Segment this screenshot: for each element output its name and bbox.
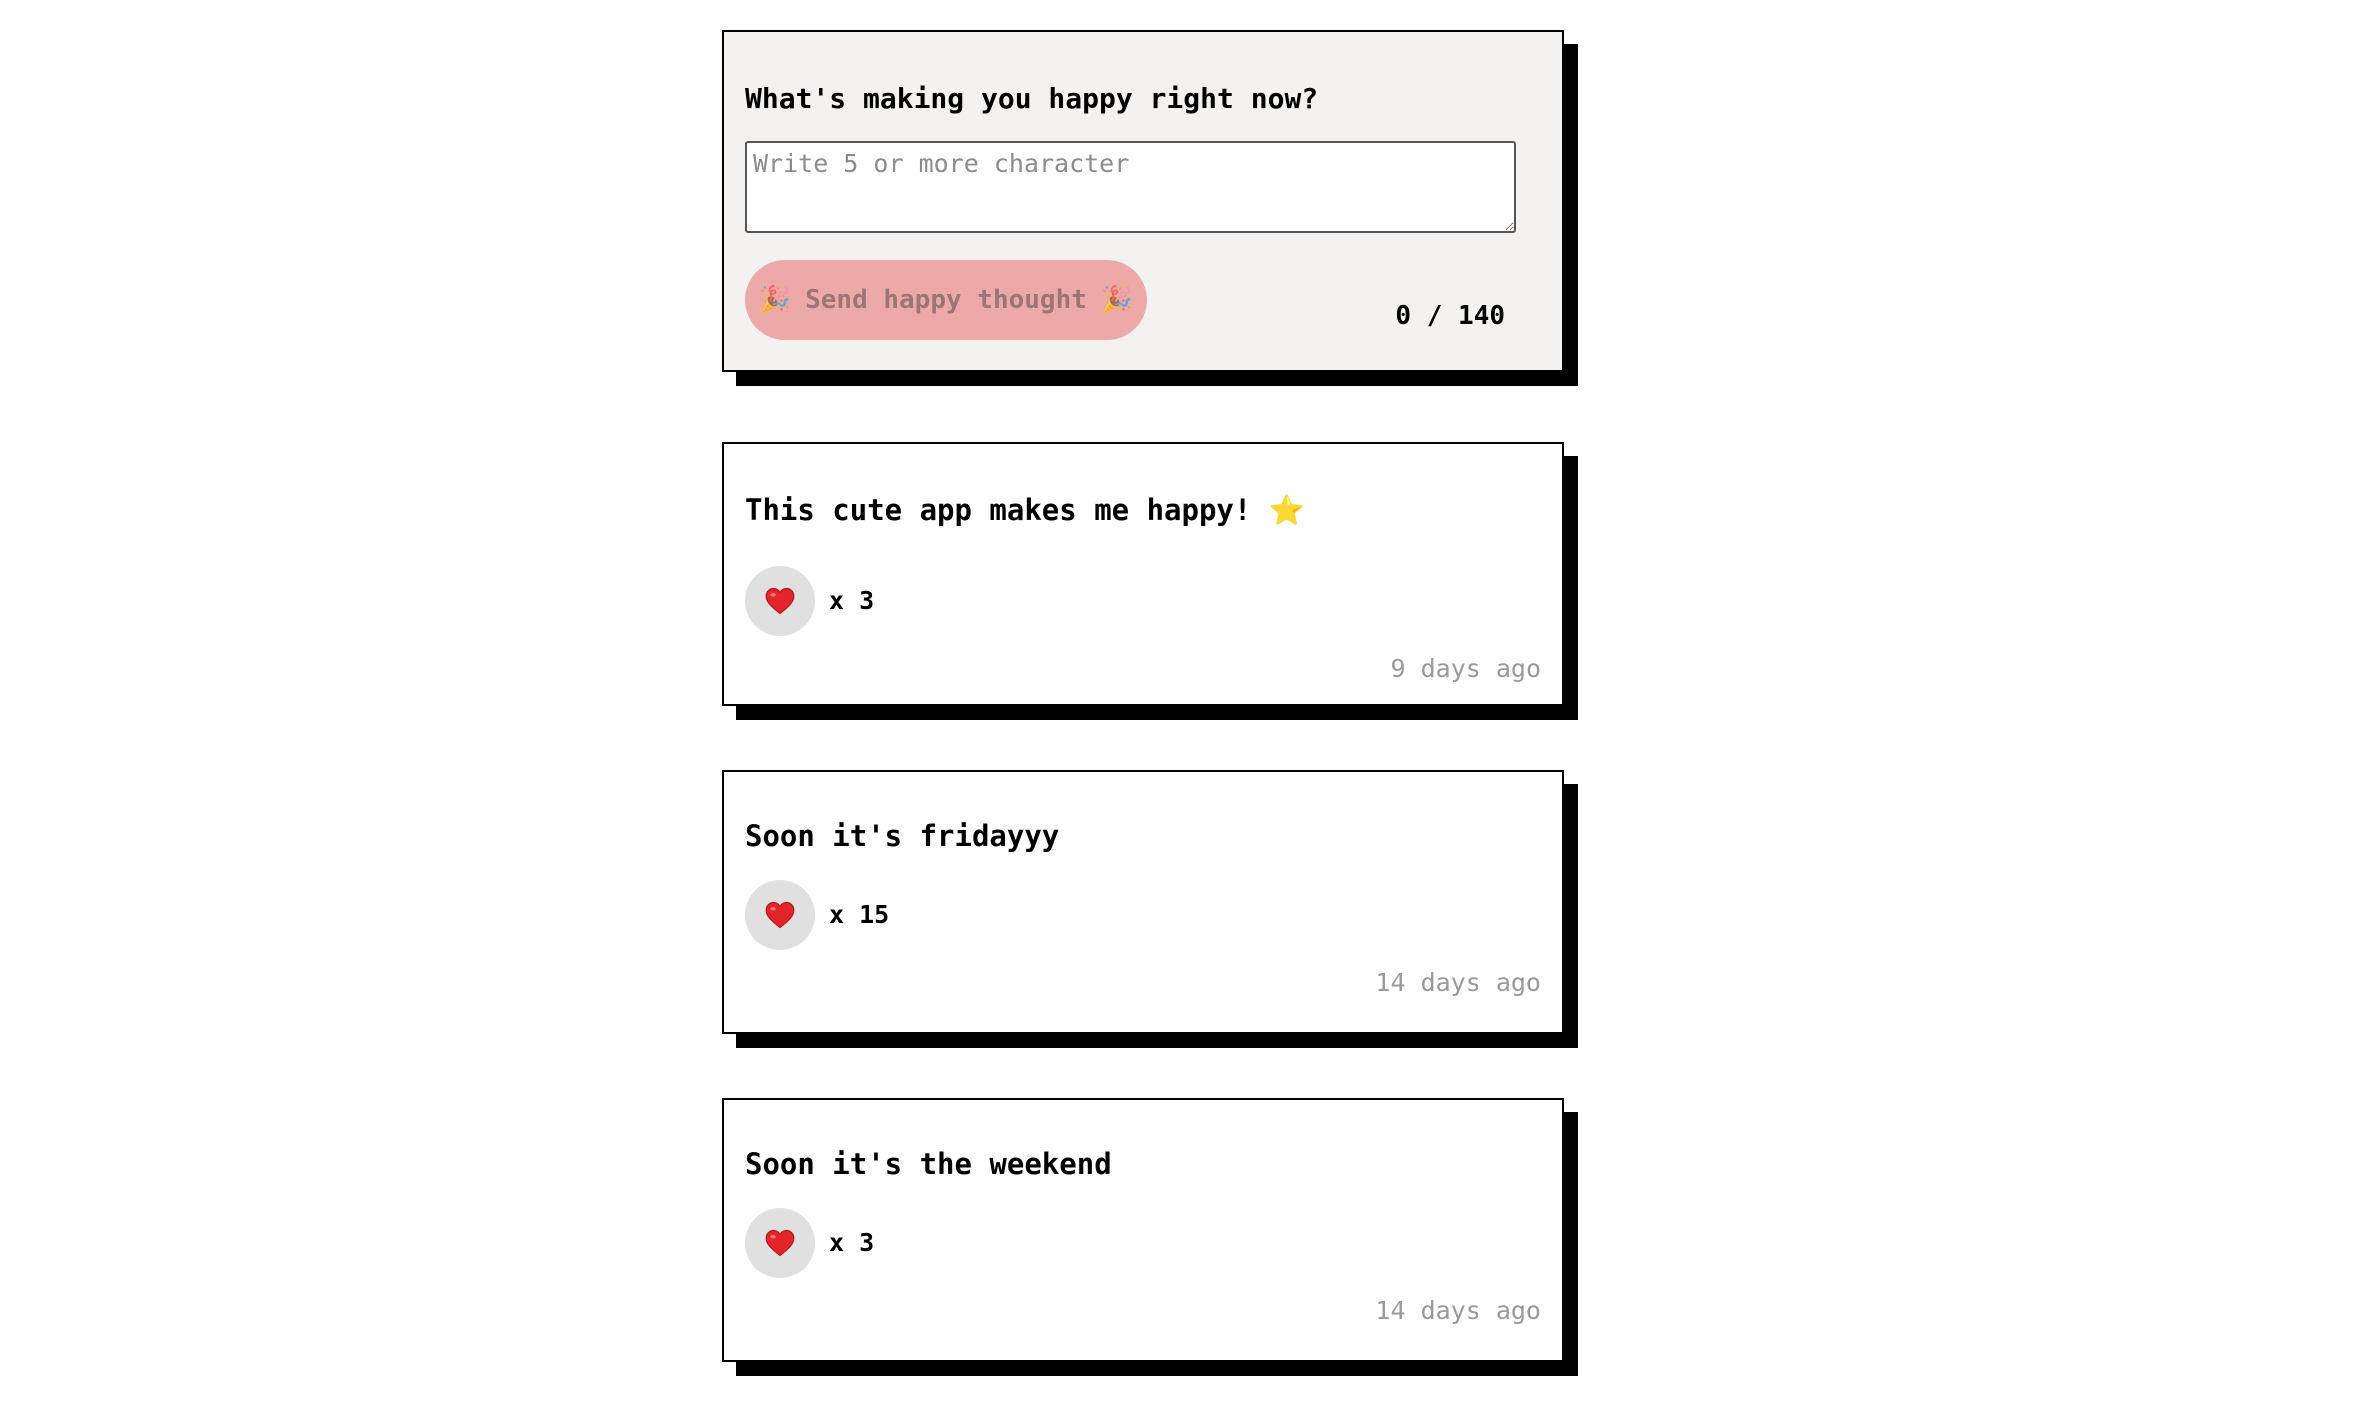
thought-card: Soon it's fridayyy x 15 14 days ago <box>722 770 1564 1034</box>
timestamp: 14 days ago <box>1375 968 1541 997</box>
composer-question: What's making you happy right now? <box>745 82 1319 115</box>
send-happy-thought-button[interactable]: 🎉 Send happy thought 🎉 <box>745 260 1147 340</box>
heart-icon <box>765 1229 795 1257</box>
timestamp: 14 days ago <box>1375 1296 1541 1325</box>
like-button[interactable] <box>745 880 815 950</box>
send-button-label: Send happy thought <box>805 285 1087 315</box>
thought-message: Soon it's fridayyy <box>745 819 1060 853</box>
like-button[interactable] <box>745 1208 815 1278</box>
heart-icon <box>765 901 795 929</box>
thought-message: This cute app makes me happy! ⭐ <box>745 493 1305 527</box>
composer-card: What's making you happy right now? 🎉 Sen… <box>722 30 1564 372</box>
thought-card: Soon it's the weekend x 3 14 days ago <box>722 1098 1564 1362</box>
thought-input[interactable] <box>745 141 1516 233</box>
like-count: x 3 <box>829 586 875 615</box>
party-popper-icon: 🎉 <box>1100 285 1134 315</box>
thought-message: Soon it's the weekend <box>745 1147 1112 1181</box>
like-count: x 15 <box>829 900 890 929</box>
character-counter: 0 / 140 <box>1395 301 1505 331</box>
like-button[interactable] <box>745 566 815 636</box>
timestamp: 9 days ago <box>1390 654 1541 683</box>
party-popper-icon: 🎉 <box>758 285 792 315</box>
thought-card: This cute app makes me happy! ⭐ x 3 9 da… <box>722 442 1564 706</box>
heart-icon <box>765 587 795 615</box>
like-count: x 3 <box>829 1228 875 1257</box>
